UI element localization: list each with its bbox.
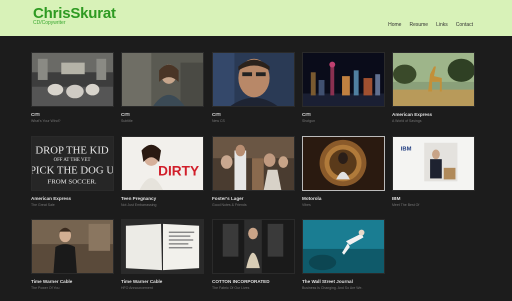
project-thumbnail[interactable] bbox=[121, 219, 204, 274]
portfolio-item[interactable]: DIRTY Teen Pregnancy Not Just Embarrassi… bbox=[121, 136, 204, 207]
site-tagline: CD/Copywriter bbox=[33, 20, 66, 26]
project-thumbnail[interactable] bbox=[121, 52, 204, 107]
project-subtitle: Business Is Changing. And So Are We. bbox=[302, 286, 363, 290]
project-thumbnail[interactable]: IBM bbox=[392, 136, 475, 191]
project-subtitle: HFO Announcement bbox=[121, 286, 153, 290]
nav-links[interactable]: Links bbox=[436, 22, 448, 28]
portfolio-item[interactable]: CITI What's Your Wind? bbox=[31, 52, 114, 123]
project-thumbnail[interactable] bbox=[31, 219, 114, 274]
portfolio-item[interactable]: Foster's Lager Good Notes & Friends bbox=[212, 136, 295, 207]
thumb-text-line1: DROP THE KID bbox=[35, 145, 109, 156]
project-thumbnail[interactable] bbox=[302, 136, 385, 191]
project-thumbnail[interactable] bbox=[212, 219, 295, 274]
project-title: CITI bbox=[302, 112, 311, 117]
portfolio-item[interactable]: CITI New CS bbox=[212, 52, 295, 123]
project-title: Time Warner Cable bbox=[31, 279, 73, 284]
main-nav: Home Resume Links Contact bbox=[388, 22, 473, 28]
project-title: Time Warner Cable bbox=[121, 279, 163, 284]
thumb-text-line4: FROM SOCCER. bbox=[47, 178, 96, 185]
project-subtitle: A World of Savings bbox=[392, 119, 422, 123]
portfolio-item[interactable]: American Express A World of Savings bbox=[392, 52, 475, 123]
nav-resume[interactable]: Resume bbox=[409, 22, 428, 28]
portfolio-item[interactable]: Time Warner Cable The Power Of You bbox=[31, 219, 114, 290]
project-title: The Wall Street Journal bbox=[302, 279, 353, 284]
project-title: American Express bbox=[392, 112, 433, 117]
project-subtitle: The Power Of You bbox=[31, 286, 60, 290]
portfolio-item[interactable]: DROP THE KID OFF AT THE VET PICK THE DOG… bbox=[31, 136, 114, 207]
thumb-text-ibm: IBM bbox=[401, 147, 412, 153]
project-title: CITI bbox=[212, 112, 221, 117]
site-header: ChrisSkurat CD/Copywriter Home Resume Li… bbox=[0, 0, 512, 36]
nav-home[interactable]: Home bbox=[388, 22, 401, 28]
portfolio-item[interactable]: IBM IBM Meet The Best Of bbox=[392, 136, 475, 207]
thumb-text-line3: PICK THE DOG U bbox=[32, 166, 113, 177]
portfolio-item[interactable]: CITI Shotgun bbox=[302, 52, 385, 123]
portfolio-item[interactable]: CITI Subtitle bbox=[121, 52, 204, 123]
project-title: CITI bbox=[31, 112, 40, 117]
portfolio-item[interactable]: The Wall Street Journal Business Is Chan… bbox=[302, 219, 385, 290]
project-subtitle: The Great Sale bbox=[31, 203, 55, 207]
project-subtitle: What's Your Wind? bbox=[31, 119, 61, 123]
portfolio-item[interactable]: Motorola Vibes bbox=[302, 136, 385, 207]
project-subtitle: The Fabric Of Our Lives bbox=[212, 286, 250, 290]
project-subtitle: Good Notes & Friends bbox=[212, 203, 247, 207]
project-title: Foster's Lager bbox=[212, 196, 244, 201]
project-subtitle: Subtitle bbox=[121, 119, 133, 123]
project-thumbnail[interactable] bbox=[302, 52, 385, 107]
project-title: IBM bbox=[392, 196, 401, 201]
project-thumbnail[interactable] bbox=[212, 52, 295, 107]
project-title: Teen Pregnancy bbox=[121, 196, 157, 201]
thumb-text-dirty: DIRTY bbox=[158, 164, 199, 179]
project-thumbnail[interactable] bbox=[302, 219, 385, 274]
project-thumbnail[interactable] bbox=[392, 52, 475, 107]
project-title: Motorola bbox=[302, 196, 322, 201]
project-subtitle: Vibes bbox=[302, 203, 311, 207]
project-subtitle: Not Just Embarrassing bbox=[121, 203, 157, 207]
project-thumbnail[interactable]: DIRTY bbox=[121, 136, 204, 191]
project-thumbnail[interactable] bbox=[31, 52, 114, 107]
project-subtitle: Shotgun bbox=[302, 119, 316, 123]
project-subtitle: Meet The Best Of bbox=[392, 203, 420, 207]
project-title: COTTON INCORPORATED bbox=[212, 279, 270, 284]
portfolio-item[interactable]: COTTON INCORPORATED The Fabric Of Our Li… bbox=[212, 219, 295, 290]
nav-contact[interactable]: Contact bbox=[456, 22, 473, 28]
project-subtitle: New CS bbox=[212, 119, 225, 123]
portfolio-item[interactable]: Time Warner Cable HFO Announcement bbox=[121, 219, 204, 290]
project-title: CITI bbox=[121, 112, 130, 117]
thumb-text-line2: OFF AT THE VET bbox=[54, 158, 91, 163]
project-thumbnail[interactable]: DROP THE KID OFF AT THE VET PICK THE DOG… bbox=[31, 136, 114, 191]
project-thumbnail[interactable] bbox=[212, 136, 295, 191]
project-title: American Express bbox=[31, 196, 72, 201]
